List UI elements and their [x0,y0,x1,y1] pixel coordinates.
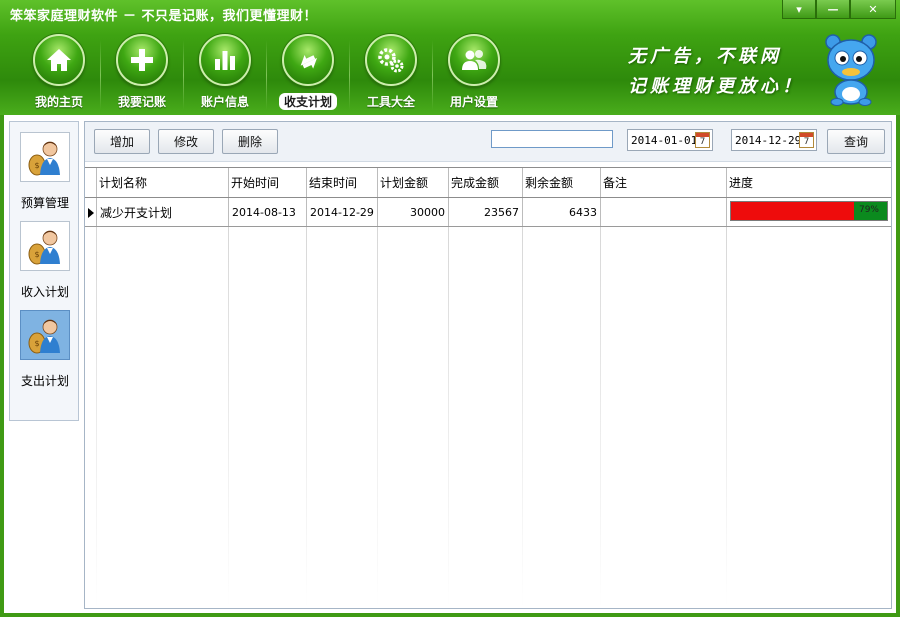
plan-content-panel: 增加 修改 删除 2014-01-01 7 2014-12-29 7 查询 计划… [84,121,892,609]
nav-item-user-settings[interactable]: 用户设置 [433,34,515,114]
svg-text:$: $ [34,339,39,348]
sidebar-item-income-plan[interactable]: $ 收入计划 [10,221,80,300]
exchange-arrows-icon [282,34,334,86]
cell-note[interactable] [601,198,727,226]
nav-label: 我要记账 [117,95,166,109]
column-header[interactable]: 进度 [727,168,891,197]
progress-bar: 79% [730,201,888,221]
main-area: $ 预算管理 $ 收入计划 $ 支出计划 增加 修改 删除 2014-01-01… [4,115,896,613]
nav-label: 收支计划 [278,93,337,110]
cell-completed-amount[interactable]: 23567 [449,198,523,226]
nav-item-account-info[interactable]: 账户信息 [184,34,266,114]
money-bag-person-icon: $ [20,132,70,182]
progress-percent: 79% [858,205,879,215]
nav-item-budget-plan[interactable]: 收支计划 [267,34,349,114]
nav-item-tools[interactable]: 工具大全 [350,34,432,114]
column-header[interactable]: 备注 [601,168,727,197]
close-button[interactable]: ✕ [850,0,896,19]
grid-line [96,227,97,608]
grid-line [228,227,229,608]
cell-remaining-amount[interactable]: 6433 [523,198,601,226]
grid-line [600,227,601,608]
app-header: 笨笨家庭理财软件 － 不只是记账，我们更懂理财！ ▾ — ✕ 我的主页 我要记账… [0,0,900,115]
sidebar-item-budget-management[interactable]: $ 预算管理 [10,132,80,211]
money-bag-person-icon: $ [20,221,70,271]
mascot-logo [825,34,877,106]
column-header[interactable]: 结束时间 [307,168,378,197]
calendar-icon[interactable]: 7 [799,132,814,148]
left-sidebar: $ 预算管理 $ 收入计划 $ 支出计划 [9,121,79,421]
query-button[interactable]: 查询 [827,129,885,154]
gears-icon [365,34,417,86]
cell-planned-amount[interactable]: 30000 [378,198,449,226]
column-header[interactable]: 开始时间 [229,168,307,197]
start-date-field[interactable]: 2014-01-01 7 [627,129,713,151]
sidebar-item-label: 收入计划 [20,285,69,299]
nav-label: 工具大全 [366,95,415,109]
nav-label: 账户信息 [200,95,249,109]
plus-icon [116,34,168,86]
cell-end-date[interactable]: 2014-12-29 [307,198,378,226]
end-date-value: 2014-12-29 [735,133,802,147]
svg-text:$: $ [34,250,39,259]
main-nav: 我的主页 我要记账 账户信息 收支计划 工具大全 用户设置 [18,34,515,114]
grid-line [306,227,307,608]
column-header[interactable]: 计划金额 [378,168,449,197]
nav-item-bookkeeping[interactable]: 我要记账 [101,34,183,114]
nav-label: 用户设置 [449,95,498,109]
toolbar: 增加 修改 删除 2014-01-01 7 2014-12-29 7 查询 [85,122,891,162]
slogan-line-1: 无广告，不联网 [628,46,782,67]
users-icon [448,34,500,86]
money-bag-person-icon: $ [20,310,70,360]
window-bottom-border [0,613,900,617]
delete-button[interactable]: 删除 [222,129,278,154]
plan-table: 计划名称 开始时间 结束时间 计划金额 完成金额 剩余金额 备注 进度 减少开支… [85,167,891,608]
slogan-line-2: 记账理财更放心！ [628,76,804,97]
sidebar-item-expense-plan[interactable]: $ 支出计划 [10,310,80,389]
table-header: 计划名称 开始时间 结束时间 计划金额 完成金额 剩余金额 备注 进度 [85,167,891,198]
edit-button[interactable]: 修改 [158,129,214,154]
sidebar-item-label: 预算管理 [20,196,69,210]
bar-chart-icon [199,34,251,86]
row-header-corner [85,168,97,197]
grid-line [522,227,523,608]
cell-progress[interactable]: 79% [727,198,891,226]
end-date-field[interactable]: 2014-12-29 7 [731,129,817,151]
menu-dropdown-button[interactable]: ▾ [782,0,816,19]
column-header[interactable]: 计划名称 [97,168,229,197]
sidebar-item-label: 支出计划 [20,374,69,388]
column-header[interactable]: 剩余金额 [523,168,601,197]
grid-line [726,227,727,608]
start-date-value: 2014-01-01 [631,133,698,147]
column-header[interactable]: 完成金额 [449,168,523,197]
table-row[interactable]: 减少开支计划 2014-08-13 2014-12-29 30000 23567… [85,198,891,227]
slogan: 无广告，不联网 记账理财更放心！ [628,42,804,102]
home-icon [33,34,85,86]
add-button[interactable]: 增加 [94,129,150,154]
calendar-icon[interactable]: 7 [695,132,710,148]
cell-start-date[interactable]: 2014-08-13 [229,198,307,226]
cell-plan-name[interactable]: 减少开支计划 [97,198,229,226]
current-row-arrow-icon [88,208,94,218]
row-selector[interactable] [85,198,97,226]
search-input[interactable] [491,130,613,148]
window-controls: ▾ — ✕ [782,0,896,19]
nav-item-home[interactable]: 我的主页 [18,34,100,114]
grid-line [377,227,378,608]
minimize-button[interactable]: — [816,0,850,19]
nav-label: 我的主页 [34,95,83,109]
window-title: 笨笨家庭理财软件 － 不只是记账，我们更懂理财！ [10,9,318,24]
grid-line [448,227,449,608]
svg-text:$: $ [34,161,39,170]
